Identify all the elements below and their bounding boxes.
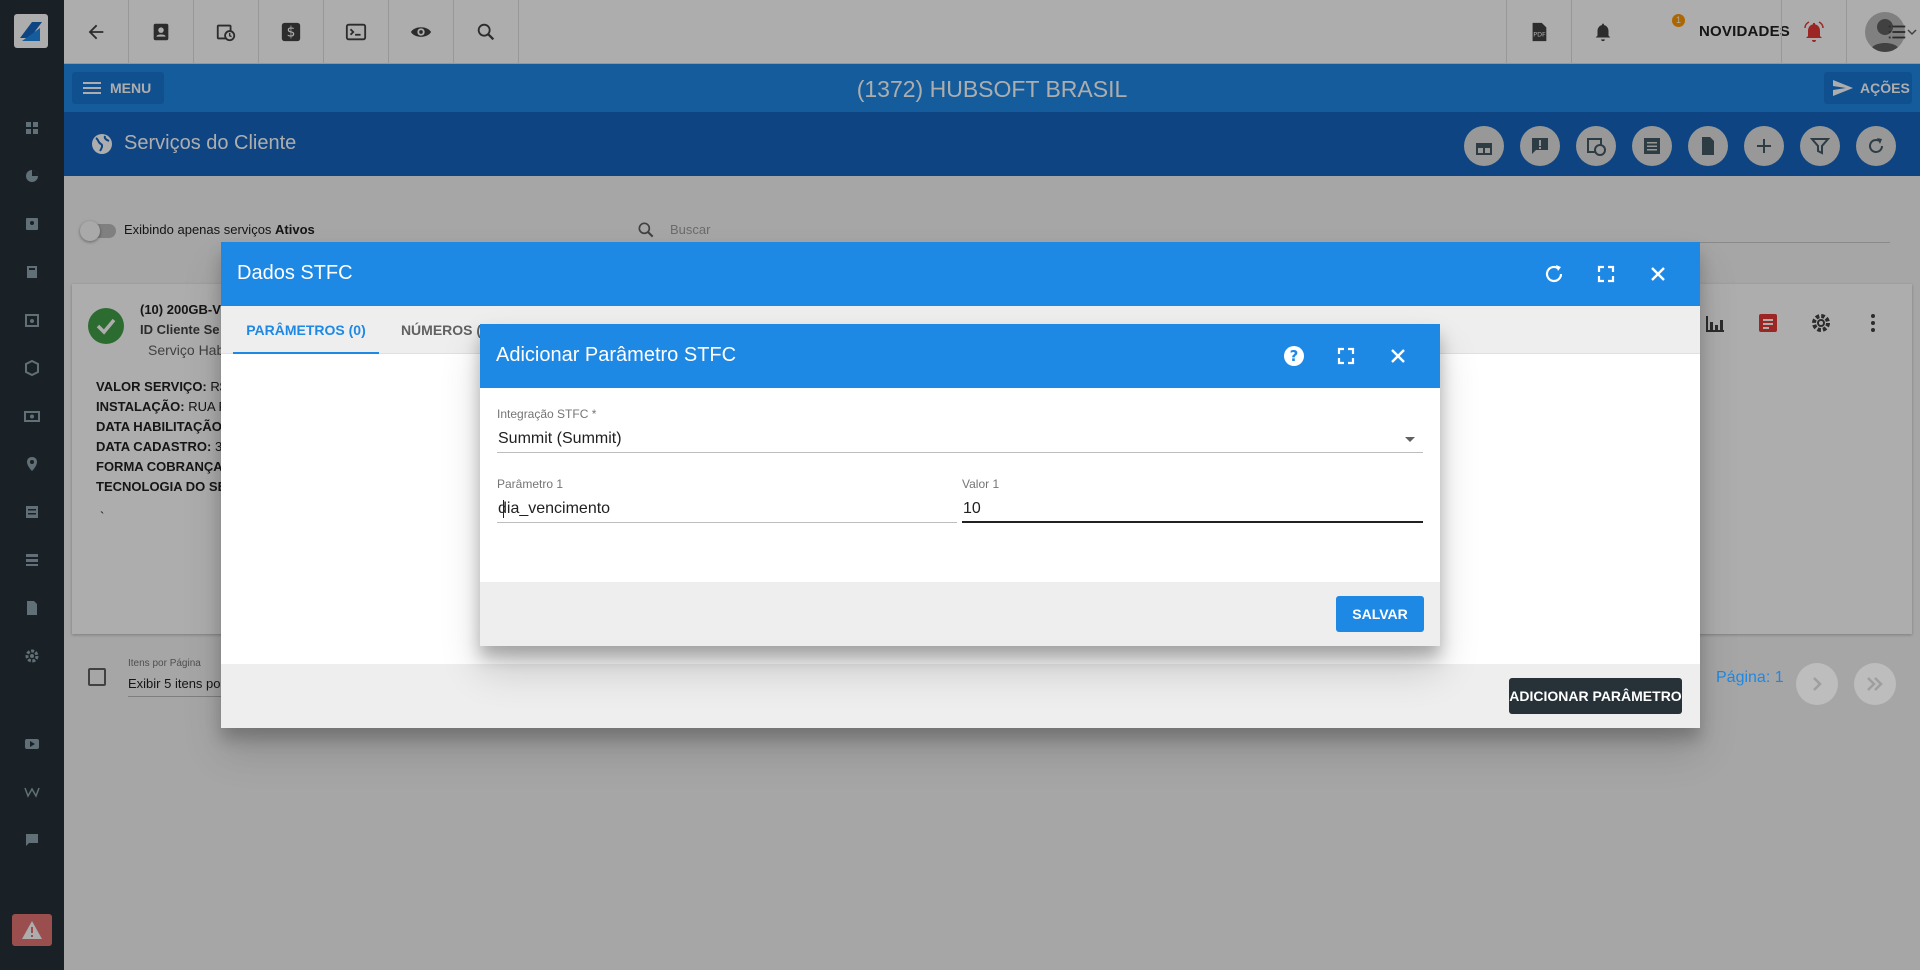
- add-parameter-dialog: Adicionar Parâmetro STFC ? Integração ST…: [480, 324, 1440, 646]
- parametro-input[interactable]: dia_vencimento: [498, 500, 610, 518]
- integracao-label: Integração STFC *: [497, 407, 597, 421]
- chevron-right-icon: [1813, 677, 1822, 691]
- close-icon[interactable]: [1386, 344, 1410, 368]
- add-parameter-header: Adicionar Parâmetro STFC ?: [480, 324, 1440, 388]
- fullscreen-icon[interactable]: [1334, 344, 1358, 368]
- last-page-button[interactable]: [1854, 663, 1896, 705]
- integracao-select[interactable]: Summit (Summit): [498, 430, 622, 448]
- refresh-icon[interactable]: [1542, 262, 1566, 286]
- tab-numeros[interactable]: NÚMEROS (: [391, 306, 491, 354]
- text-caret: [503, 500, 504, 518]
- parametro-underline: [497, 522, 957, 523]
- dados-stfc-footer: ADICIONAR PARÂMETRO: [221, 664, 1700, 728]
- close-icon[interactable]: [1646, 262, 1670, 286]
- add-parameter-title: Adicionar Parâmetro STFC: [496, 344, 737, 366]
- help-icon[interactable]: ?: [1282, 344, 1306, 368]
- dados-stfc-title: Dados STFC: [237, 262, 353, 284]
- valor-input[interactable]: 10: [963, 500, 981, 518]
- save-button[interactable]: SALVAR: [1336, 596, 1424, 632]
- add-parameter-button[interactable]: ADICIONAR PARÂMETRO: [1509, 678, 1682, 714]
- tab-parametros[interactable]: PARÂMETROS (0): [233, 306, 379, 354]
- valor-underline: [962, 521, 1423, 523]
- add-parameter-footer: SALVAR: [480, 582, 1440, 646]
- fullscreen-icon[interactable]: [1594, 262, 1618, 286]
- page-indicator: Página: 1: [1716, 669, 1784, 686]
- dados-stfc-header: Dados STFC: [221, 242, 1700, 306]
- double-chevron-right-icon: [1867, 677, 1883, 691]
- integracao-underline: [497, 452, 1423, 453]
- valor-label: Valor 1: [962, 477, 1000, 491]
- next-page-button[interactable]: [1796, 663, 1838, 705]
- dropdown-arrow-icon[interactable]: [1404, 436, 1416, 444]
- svg-text:?: ?: [1290, 347, 1299, 365]
- parametro-label: Parâmetro 1: [497, 477, 564, 491]
